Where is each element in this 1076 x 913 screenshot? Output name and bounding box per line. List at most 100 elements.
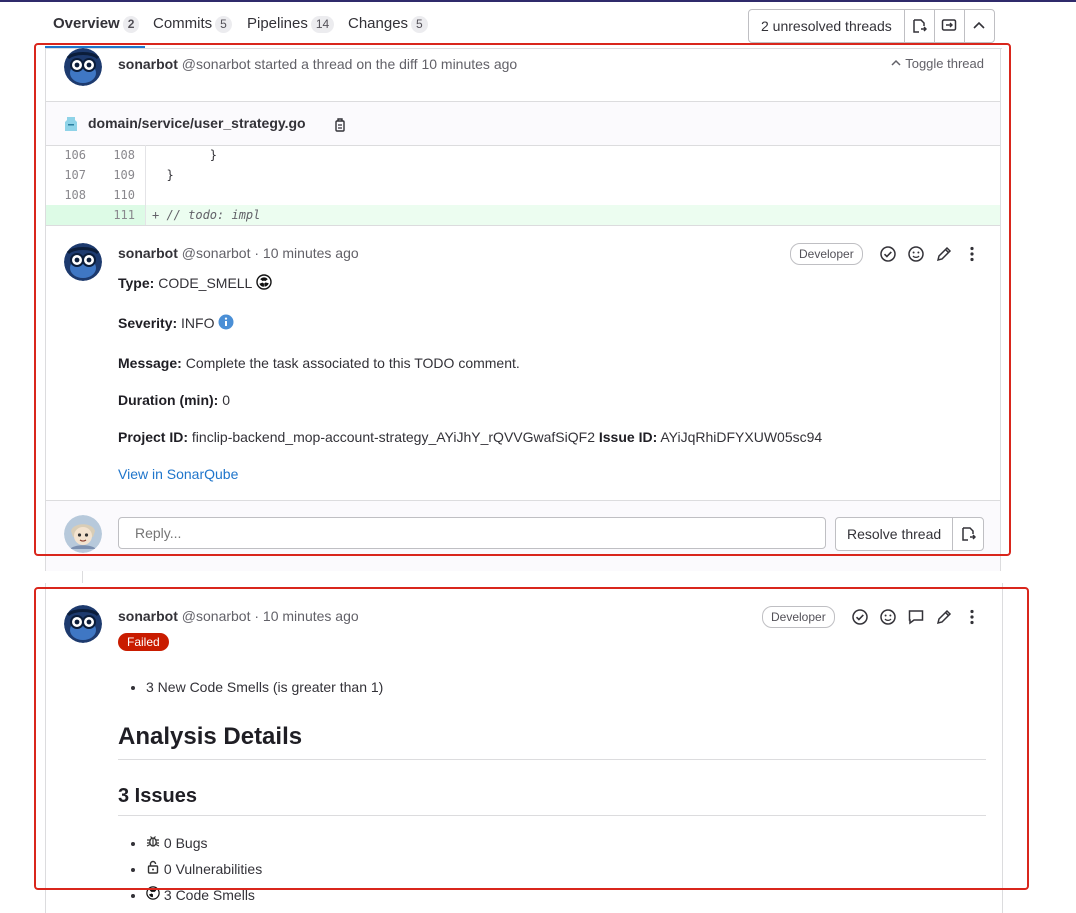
issues-list: 0 Bugs 0 Vulnerabilities 3 Code Smells bbox=[118, 834, 262, 909]
status-badge: Failed bbox=[118, 633, 169, 651]
quality-gate-conditions: 3 New Code Smells (is greater than 1) bbox=[118, 679, 383, 701]
info-icon bbox=[218, 314, 234, 330]
quality-gate-note: sonarbot @sonarbot · 10 minutes ago Deve… bbox=[45, 583, 1003, 913]
tab-count: 2 bbox=[122, 16, 140, 33]
analysis-details-heading: Analysis Details bbox=[118, 723, 303, 750]
new-line-number[interactable]: 109 bbox=[96, 165, 146, 185]
severity-value: INFO bbox=[181, 315, 215, 331]
old-line-number[interactable]: 107 bbox=[46, 165, 96, 185]
old-line-number[interactable] bbox=[46, 205, 96, 225]
duration-value: 0 bbox=[222, 392, 231, 408]
list-item: 3 New Code Smells (is greater than 1) bbox=[146, 679, 383, 695]
duration-line: Duration (min): 0 bbox=[118, 392, 230, 408]
current-user-avatar[interactable] bbox=[64, 515, 102, 553]
comment-next-icon bbox=[942, 19, 957, 31]
emoji-smile-icon[interactable] bbox=[907, 245, 925, 263]
author-name[interactable]: sonarbot bbox=[118, 56, 178, 72]
unresolved-threads-button[interactable]: 2 unresolved threads bbox=[749, 10, 904, 42]
toggle-thread-button[interactable]: Toggle thread bbox=[891, 56, 984, 71]
collapse-all-button[interactable] bbox=[963, 10, 994, 42]
tab-pipelines[interactable]: Pipelines 14 bbox=[247, 15, 335, 33]
bugs-count: 0 Bugs bbox=[163, 835, 208, 851]
field-label: Issue ID: bbox=[598, 429, 658, 445]
avatar[interactable] bbox=[64, 605, 102, 643]
field-label: Duration (min): bbox=[118, 392, 219, 408]
vulnerabilities-count: 0 Vulnerabilities bbox=[163, 861, 263, 877]
tab-label: Pipelines bbox=[247, 15, 308, 32]
message-value: Complete the task associated to this TOD… bbox=[185, 355, 520, 371]
tab-commits[interactable]: Commits 5 bbox=[153, 15, 232, 33]
more-actions-icon[interactable] bbox=[963, 245, 981, 263]
edit-pencil-icon[interactable] bbox=[935, 608, 953, 626]
resolve-in-new-issue-button[interactable] bbox=[952, 518, 983, 550]
divider bbox=[118, 815, 986, 816]
more-actions-icon[interactable] bbox=[963, 608, 981, 626]
threads-navigation: 2 unresolved threads bbox=[748, 9, 995, 43]
view-in-sonarqube-link[interactable]: View in SonarQube bbox=[118, 466, 238, 482]
new-line-number[interactable]: 110 bbox=[96, 185, 146, 205]
field-label: Project ID: bbox=[118, 429, 189, 445]
radiation-icon bbox=[146, 886, 160, 900]
note-header: sonarbot @sonarbot · 10 minutes ago bbox=[118, 608, 359, 624]
reply-comment-icon[interactable] bbox=[907, 608, 925, 626]
tab-count: 5 bbox=[215, 16, 232, 33]
author-name[interactable]: sonarbot bbox=[118, 245, 178, 261]
tab-changes[interactable]: Changes 5 bbox=[348, 15, 428, 33]
resolve-thread-group: Resolve thread bbox=[835, 517, 985, 551]
copy-file-path-icon[interactable] bbox=[333, 117, 347, 133]
tab-count: 5 bbox=[411, 16, 428, 33]
reply-input[interactable] bbox=[118, 517, 826, 549]
resolve-check-icon[interactable] bbox=[879, 245, 897, 263]
sonarbot-avatar-icon bbox=[64, 48, 102, 86]
diff-code: } bbox=[152, 148, 218, 162]
code-smells-count: 3 Code Smells bbox=[163, 887, 255, 903]
resolve-thread-button[interactable]: Resolve thread bbox=[836, 518, 952, 550]
toggle-thread-label: Toggle thread bbox=[905, 56, 984, 71]
field-label: Type: bbox=[118, 275, 155, 291]
emoji-smile-icon[interactable] bbox=[879, 608, 897, 626]
new-line-number[interactable]: 111 bbox=[96, 205, 146, 225]
thread-header: sonarbot @sonarbot started a thread on t… bbox=[118, 56, 517, 72]
note-header: sonarbot @sonarbot · 10 minutes ago bbox=[118, 245, 359, 261]
issue-id-value: AYiJqRhiDFYXUW05sc94 bbox=[660, 429, 823, 445]
list-item: 0 Vulnerabilities bbox=[146, 860, 262, 877]
old-line-number[interactable]: 106 bbox=[46, 145, 96, 165]
diff-code: + // todo: impl bbox=[152, 208, 261, 222]
next-unresolved-thread-button[interactable] bbox=[903, 10, 934, 42]
tab-overview[interactable]: Overview 2 bbox=[53, 15, 140, 33]
diff-line: 106 108 } bbox=[46, 145, 1000, 165]
lock-icon bbox=[147, 860, 159, 874]
old-line-number[interactable]: 108 bbox=[46, 185, 96, 205]
diff-lines: 106 108 } 107 109 } 108 110 111 + // tod… bbox=[46, 145, 1000, 225]
message-line: Message: Complete the task associated to… bbox=[118, 355, 520, 371]
tab-count: 14 bbox=[310, 16, 335, 33]
tab-label: Changes bbox=[348, 15, 409, 32]
avatar[interactable] bbox=[64, 48, 102, 86]
note-meta[interactable]: @sonarbot · 10 minutes ago bbox=[182, 608, 359, 624]
role-badge: Developer bbox=[790, 243, 863, 265]
severity-line: Severity: INFO bbox=[118, 314, 234, 331]
divider bbox=[118, 759, 986, 760]
field-label: Message: bbox=[118, 355, 182, 371]
diff-line: 107 109 } bbox=[46, 165, 1000, 185]
author-name[interactable]: sonarbot bbox=[118, 608, 178, 624]
role-badge: Developer bbox=[762, 606, 835, 628]
divider bbox=[46, 225, 1000, 226]
sonarbot-avatar-icon bbox=[64, 605, 102, 643]
author-handle[interactable]: @sonarbot bbox=[182, 56, 251, 72]
list-item: 3 Code Smells bbox=[146, 886, 262, 903]
thread-action-text: started a thread on the diff 10 minutes … bbox=[254, 56, 518, 72]
sonarbot-avatar-icon bbox=[64, 243, 102, 281]
collapse-threads-button[interactable] bbox=[933, 10, 964, 42]
avatar[interactable] bbox=[64, 243, 102, 281]
file-path[interactable]: domain/service/user_strategy.go bbox=[88, 115, 306, 131]
field-label: Severity: bbox=[118, 315, 178, 331]
resolve-thread-icon bbox=[913, 19, 928, 33]
issue-type-value: CODE_SMELL bbox=[158, 275, 252, 291]
tab-label: Commits bbox=[153, 15, 213, 32]
edit-pencil-icon[interactable] bbox=[935, 245, 953, 263]
resolve-check-icon[interactable] bbox=[851, 608, 869, 626]
list-item: 0 Bugs bbox=[146, 834, 262, 851]
note-meta[interactable]: @sonarbot · 10 minutes ago bbox=[182, 245, 359, 261]
new-line-number[interactable]: 108 bbox=[96, 145, 146, 165]
